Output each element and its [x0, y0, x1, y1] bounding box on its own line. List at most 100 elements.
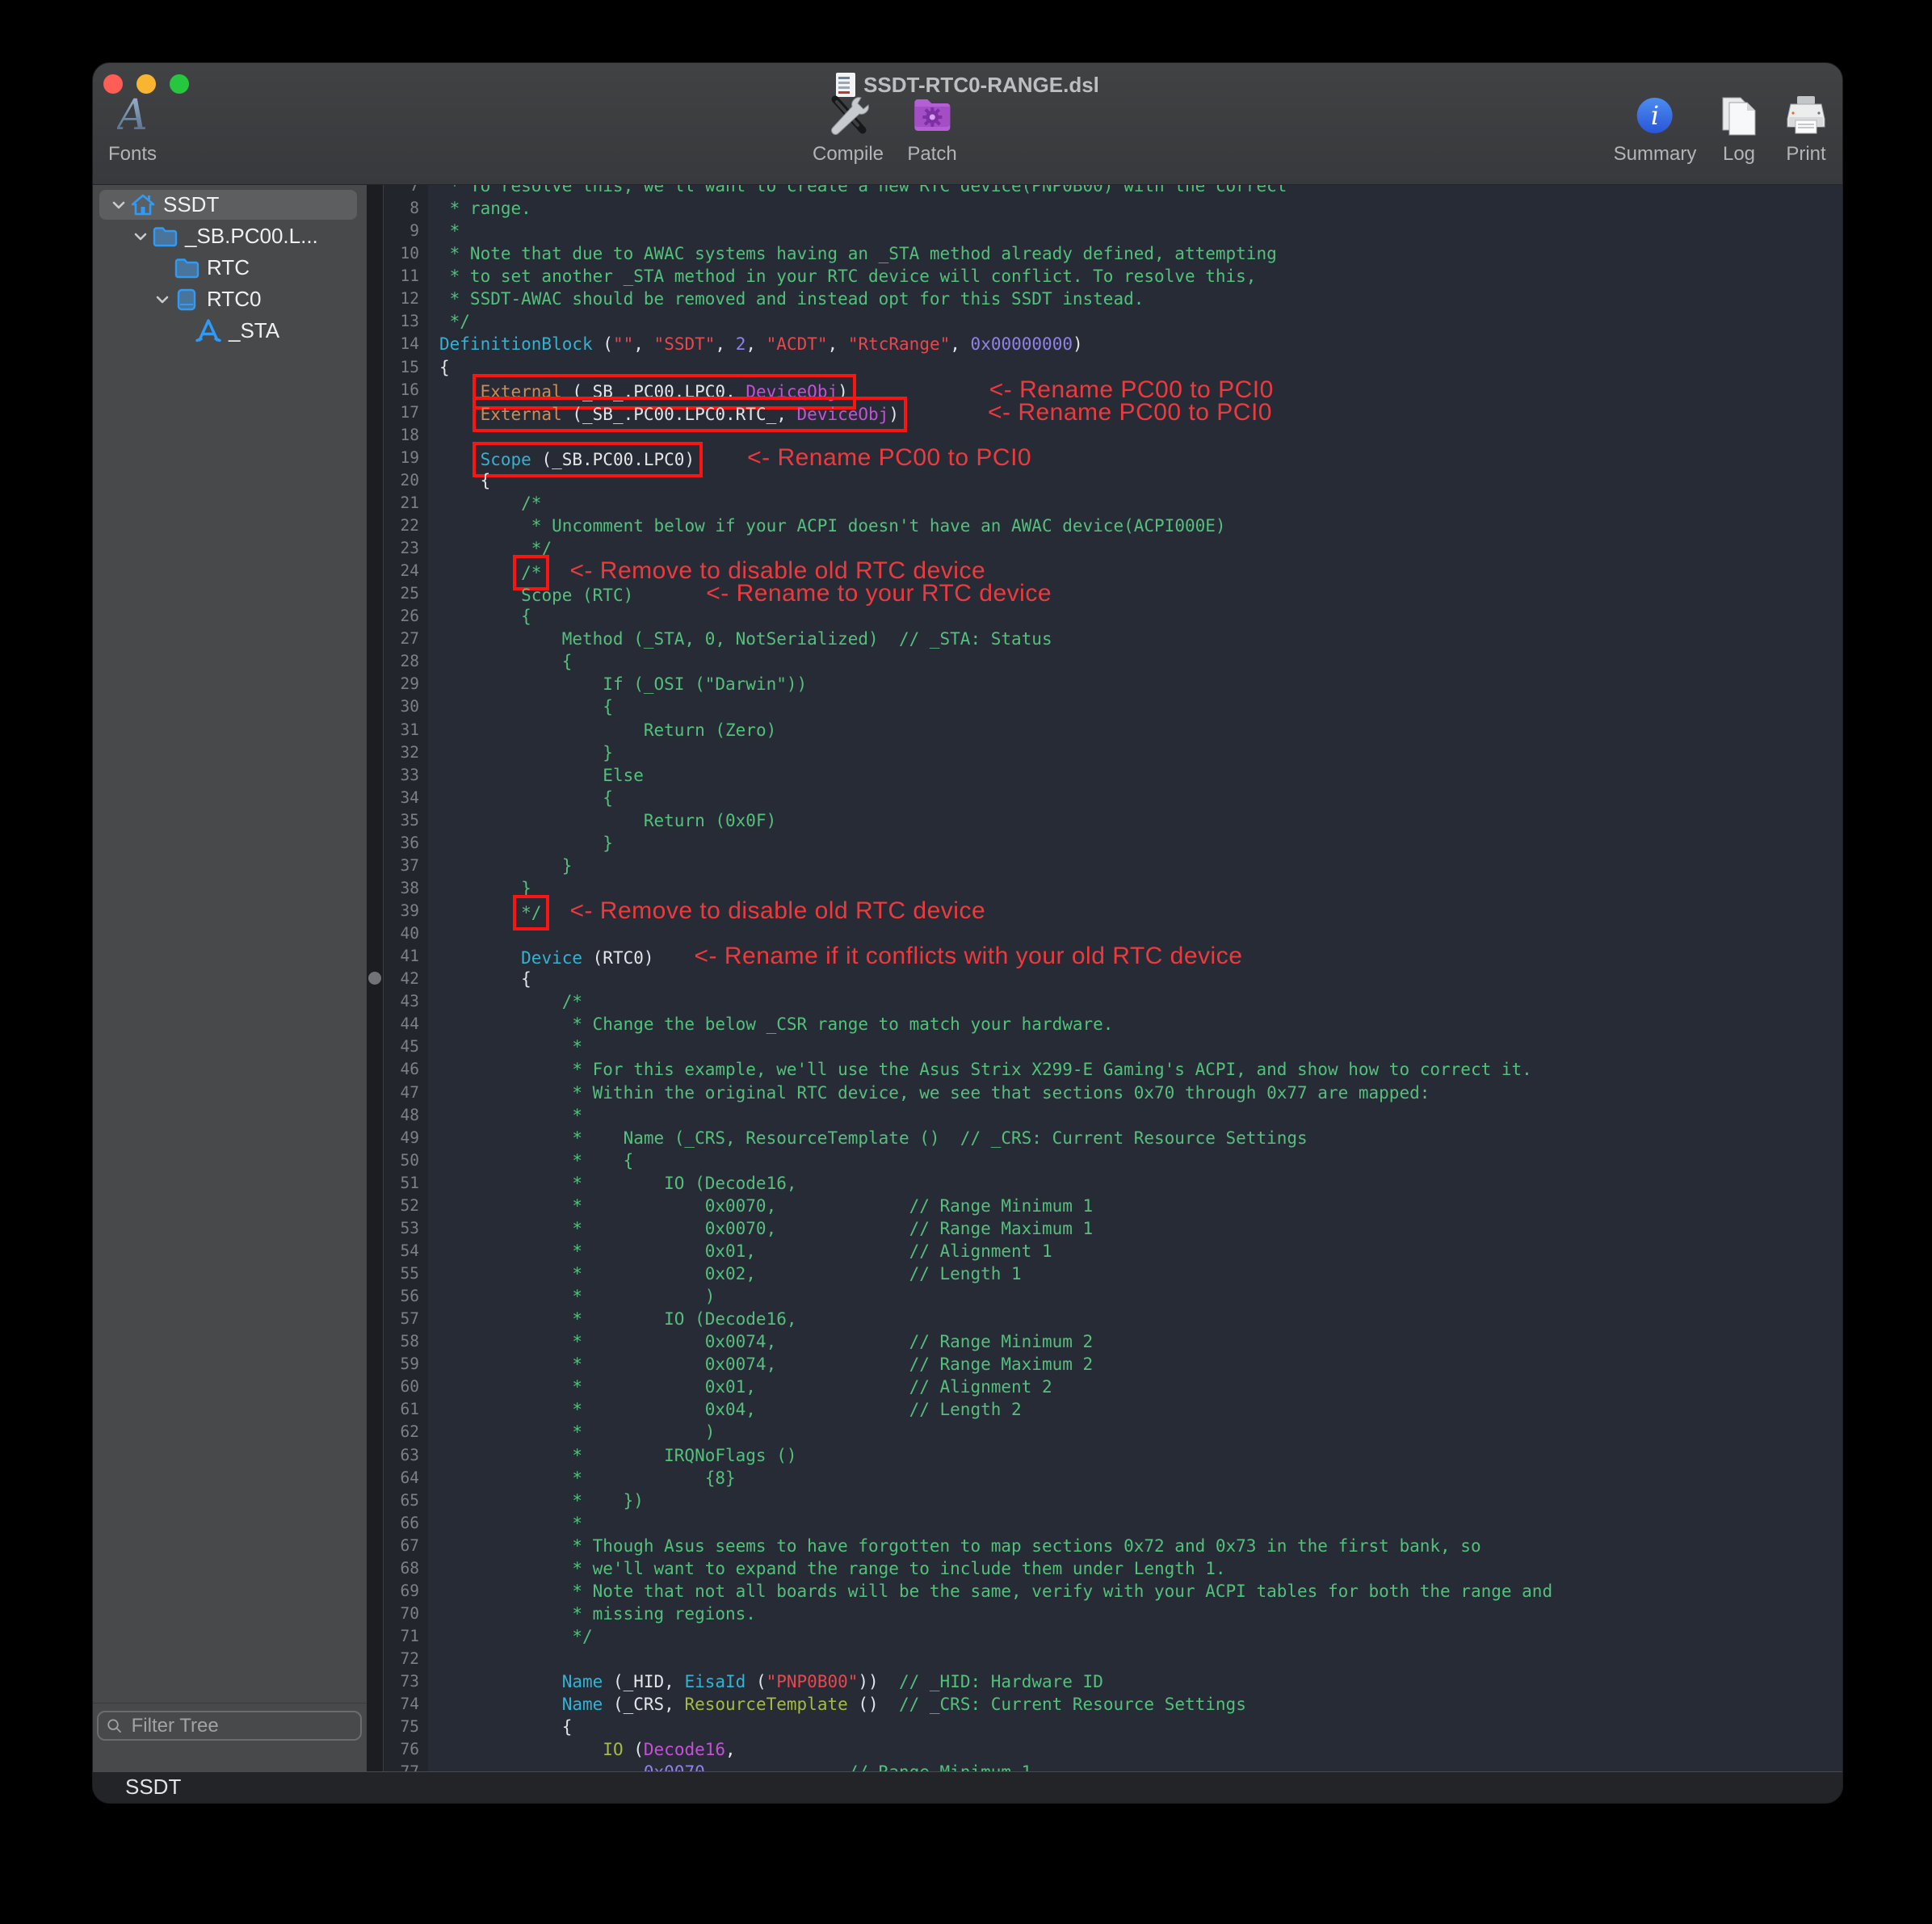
ssdt-tree: SSDT_SB.PC00.L... RTC RTC0 _STA [93, 189, 367, 347]
code-line[interactable]: 70 * missing regions. [383, 1603, 1842, 1625]
code-line[interactable]: 11 * to set another _STA method in your … [383, 265, 1842, 288]
code-line[interactable]: 29 If (_OSI ("Darwin")) [383, 673, 1842, 695]
code-line[interactable]: 74 Name (_CRS, ResourceTemplate () // _C… [383, 1693, 1842, 1716]
code-line[interactable]: 14DefinitionBlock ("", "SSDT", 2, "ACDT"… [383, 333, 1842, 355]
code-line[interactable]: 71 */ [383, 1625, 1842, 1648]
code-line[interactable]: 20 { [383, 469, 1842, 492]
title-bar: SSDT-RTC0-RANGE.dsl [93, 71, 1842, 99]
code-line[interactable]: 64 * {8} [383, 1467, 1842, 1489]
chevron-down-icon[interactable] [151, 290, 173, 309]
filter-tree-field[interactable] [97, 1711, 362, 1741]
sidebar-item-rtc0[interactable]: RTC0 [93, 284, 367, 315]
code-line[interactable]: 37 } [383, 855, 1842, 877]
sidebar-item-label: RTC0 [207, 287, 261, 312]
code-line[interactable]: 28 { [383, 650, 1842, 673]
split-drag-handle[interactable] [368, 972, 381, 985]
code-line[interactable]: 61 * 0x04, // Length 2 [383, 1398, 1842, 1421]
line-number: 34 [383, 787, 427, 809]
code-line[interactable]: 62 * ) [383, 1421, 1842, 1443]
chevron-down-icon[interactable] [129, 227, 151, 246]
code-line[interactable]: 42 { [383, 968, 1842, 990]
code-line[interactable]: 22 * Uncomment below if your ACPI doesn'… [383, 515, 1842, 537]
code-text: * For this example, we'll use the Asus S… [427, 1058, 1532, 1081]
code-line[interactable]: 13 */ [383, 310, 1842, 333]
code-line[interactable]: 73 Name (_HID, EisaId ("PNP0B00")) // _H… [383, 1670, 1842, 1693]
code-line[interactable]: 32 } [383, 741, 1842, 764]
annotation-text: <- Rename if it conflicts with your old … [695, 943, 1243, 969]
code-line[interactable]: 19 Scope (_SB.PC00.LPC0)<- Rename PC00 t… [383, 447, 1842, 469]
code-line[interactable]: 10 * Note that due to AWAC systems havin… [383, 242, 1842, 265]
code-line[interactable]: 58 * 0x0074, // Range Minimum 2 [383, 1330, 1842, 1353]
code-line[interactable]: 41 Device (RTC0)<- Rename if it conflict… [383, 945, 1842, 968]
code-line[interactable]: 77 0x0070, // Range Minimum 1 [383, 1761, 1842, 1772]
patch-button[interactable]: Patch [907, 92, 956, 166]
code-text: } [427, 855, 572, 877]
code-line[interactable]: 31 Return (Zero) [383, 719, 1842, 741]
code-editor[interactable]: 7 * To resolve this, we'll want to creat… [383, 185, 1842, 1772]
code-line[interactable]: 55 * 0x02, // Length 1 [383, 1262, 1842, 1285]
code-line[interactable]: 76 IO (Decode16, [383, 1738, 1842, 1761]
compile-button[interactable]: Compile [813, 92, 884, 166]
code-line[interactable]: 38 } [383, 877, 1842, 900]
line-number: 72 [383, 1648, 427, 1670]
sidebar-item-rtc[interactable]: RTC [93, 252, 367, 284]
code-line[interactable]: 48 * [383, 1104, 1842, 1127]
filter-tree-input[interactable] [130, 1714, 352, 1738]
code-line[interactable]: 7 * To resolve this, we'll want to creat… [383, 185, 1842, 197]
code-line[interactable]: 60 * 0x01, // Alignment 2 [383, 1376, 1842, 1398]
code-line[interactable]: 36 } [383, 832, 1842, 855]
code-line[interactable]: 40 [383, 922, 1842, 945]
code-line[interactable]: 57 * IO (Decode16, [383, 1308, 1842, 1330]
fonts-button[interactable]: A Fonts [108, 92, 157, 166]
code-line[interactable]: 39 */<- Remove to disable old RTC device [383, 900, 1842, 922]
code-line[interactable]: 46 * For this example, we'll use the Asu… [383, 1058, 1842, 1081]
code-line[interactable]: 52 * 0x0070, // Range Minimum 1 [383, 1195, 1842, 1217]
sidebar-item--sb-pc00-l-[interactable]: _SB.PC00.L... [93, 221, 367, 252]
code-line[interactable]: 25 Scope (RTC)<- Rename to your RTC devi… [383, 582, 1842, 605]
log-button[interactable]: Log [1720, 92, 1758, 166]
code-line[interactable]: 24 /*<- Remove to disable old RTC device [383, 560, 1842, 582]
code-line[interactable]: 26 { [383, 605, 1842, 628]
code-line[interactable]: 34 { [383, 787, 1842, 809]
code-line[interactable]: 66 * [383, 1512, 1842, 1535]
code-line[interactable]: 67 * Though Asus seems to have forgotten… [383, 1535, 1842, 1557]
code-line[interactable]: 27 Method (_STA, 0, NotSerialized) // _S… [383, 628, 1842, 650]
summary-button[interactable]: i Summary [1614, 92, 1697, 166]
code-line[interactable]: 53 * 0x0070, // Range Maximum 1 [383, 1217, 1842, 1240]
code-line[interactable]: 51 * IO (Decode16, [383, 1172, 1842, 1195]
code-line[interactable]: 75 { [383, 1716, 1842, 1738]
code-line[interactable]: 33 Else [383, 764, 1842, 787]
code-line[interactable]: 59 * 0x0074, // Range Maximum 2 [383, 1353, 1842, 1376]
chevron-down-icon[interactable] [107, 195, 129, 215]
code-line[interactable]: 15{ [383, 356, 1842, 379]
sidebar-item-label: RTC [207, 255, 250, 280]
sidebar-item--sta[interactable]: _STA [93, 315, 367, 347]
code-line[interactable]: 21 /* [383, 492, 1842, 515]
code-line[interactable]: 43 /* [383, 990, 1842, 1013]
code-line[interactable]: 8 * range. [383, 197, 1842, 220]
code-line[interactable]: 23 */ [383, 537, 1842, 560]
sidebar-item-ssdt[interactable]: SSDT [93, 189, 367, 221]
code-line[interactable]: 17 External (_SB_.PC00.LPC0.RTC_, Device… [383, 401, 1842, 424]
code-text: { [427, 356, 450, 379]
code-line[interactable]: 9 * [383, 220, 1842, 242]
code-line[interactable]: 30 { [383, 695, 1842, 718]
code-line[interactable]: 18 [383, 424, 1842, 447]
code-line[interactable]: 49 * Name (_CRS, ResourceTemplate () // … [383, 1127, 1842, 1149]
code-line[interactable]: 45 * [383, 1036, 1842, 1058]
code-line[interactable]: 56 * ) [383, 1285, 1842, 1308]
code-line[interactable]: 44 * Change the below _CSR range to matc… [383, 1013, 1842, 1036]
code-line[interactable]: 47 * Within the original RTC device, we … [383, 1082, 1842, 1104]
print-button[interactable]: Print [1784, 92, 1828, 166]
code-line[interactable]: 68 * we'll want to expand the range to i… [383, 1557, 1842, 1580]
code-line[interactable]: 12 * SSDT-AWAC should be removed and ins… [383, 288, 1842, 310]
code-line[interactable]: 16 External (_SB_.PC00.LPC0, DeviceObj)<… [383, 379, 1842, 401]
code-line[interactable]: 50 * { [383, 1149, 1842, 1172]
code-line[interactable]: 72 [383, 1648, 1842, 1670]
code-line[interactable]: 69 * Note that not all boards will be th… [383, 1580, 1842, 1603]
code-line[interactable]: 63 * IRQNoFlags () [383, 1444, 1842, 1467]
code-line[interactable]: 35 Return (0x0F) [383, 809, 1842, 832]
code-line[interactable]: 54 * 0x01, // Alignment 1 [383, 1240, 1842, 1262]
code-line[interactable]: 65 * }) [383, 1489, 1842, 1512]
code-text: * 0x02, // Length 1 [427, 1262, 1022, 1285]
